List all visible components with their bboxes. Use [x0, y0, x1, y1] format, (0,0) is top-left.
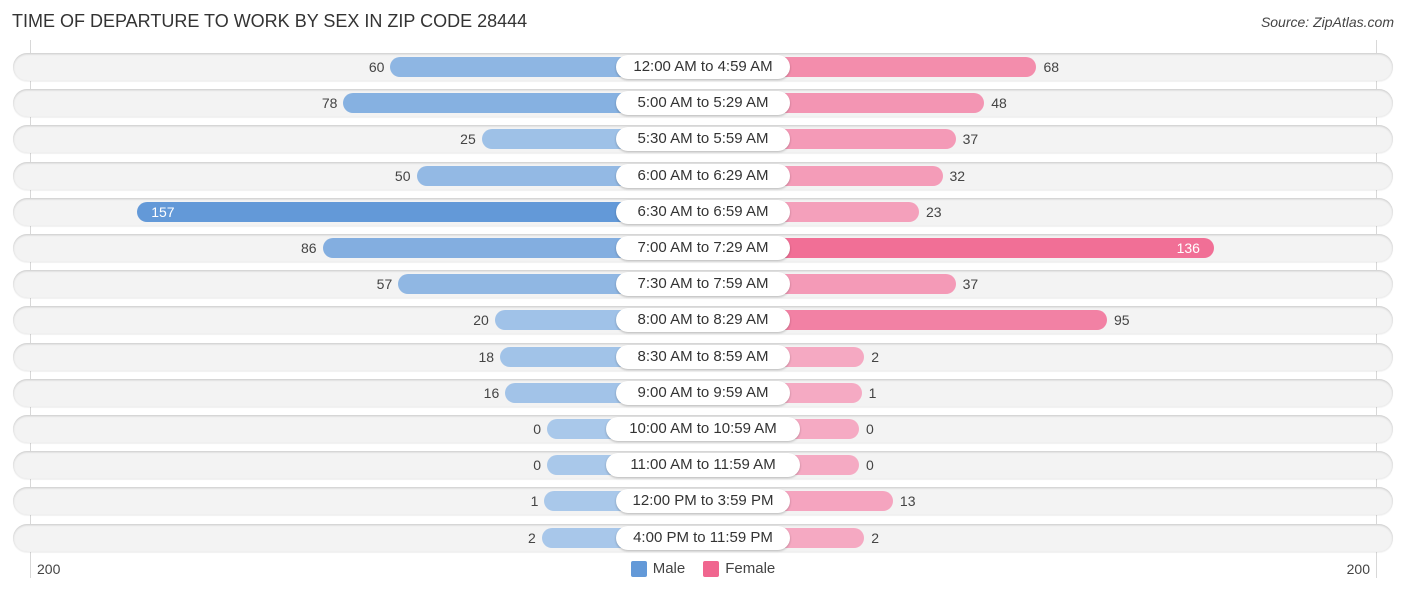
category-label: 7:00 AM to 7:29 AM — [616, 236, 790, 260]
category-label: 6:30 AM to 6:59 AM — [616, 199, 790, 224]
male-value-label: 157 — [151, 203, 175, 220]
source-label: Source: ZipAtlas.com — [1260, 14, 1394, 30]
category-label: 4:00 PM to 11:59 PM — [616, 525, 790, 550]
female-value-label: 37 — [962, 276, 979, 293]
category-label: 7:30 AM to 7:59 AM — [616, 272, 790, 297]
category-label: 5:00 AM to 5:29 AM — [616, 91, 790, 116]
female-value-label: 1 — [868, 384, 877, 401]
category-label: 10:00 AM to 10:59 AM — [606, 417, 800, 441]
category-label: 5:30 AM to 5:59 AM — [616, 127, 790, 152]
category-label: 12:00 PM to 3:59 PM — [616, 489, 790, 514]
male-value-label: 20 — [473, 312, 489, 329]
female-swatch — [703, 560, 720, 577]
legend: Male Female — [0, 560, 1406, 577]
female-value-label: 23 — [926, 203, 942, 220]
female-value-label: 95 — [1113, 312, 1130, 329]
chart-title: TIME OF DEPARTURE TO WORK BY SEX IN ZIP … — [12, 11, 528, 31]
male-swatch — [630, 560, 647, 577]
female-value-label: 2 — [871, 348, 880, 365]
female-value-label: 0 — [866, 457, 874, 474]
male-value-label: 50 — [394, 167, 411, 184]
female-value-label: 37 — [962, 131, 979, 148]
female-value-label: 2 — [871, 529, 880, 546]
category-label: 12:00 AM to 4:59 AM — [616, 55, 790, 79]
female-value-label: 68 — [1043, 59, 1060, 75]
legend-item-male: Male — [630, 560, 686, 577]
legend-label-female: Female — [725, 560, 776, 577]
male-value-label: 60 — [368, 59, 385, 75]
female-value-label: 32 — [949, 167, 966, 184]
female-value-label: 13 — [899, 493, 916, 510]
male-value-label: 2 — [527, 529, 536, 546]
male-value-label: 0 — [533, 421, 541, 437]
female-value-label: 0 — [866, 421, 874, 437]
category-label: 11:00 AM to 11:59 AM — [606, 453, 800, 478]
category-label: 6:00 AM to 6:29 AM — [616, 163, 790, 188]
male-value-label: 86 — [300, 240, 317, 256]
category-label: 8:00 AM to 8:29 AM — [616, 308, 790, 333]
male-value-label: 78 — [321, 95, 338, 112]
male-value-label: 1 — [530, 493, 539, 510]
male-value-label: 16 — [483, 384, 500, 401]
category-label: 8:30 AM to 8:59 AM — [616, 344, 790, 369]
female-value-label: 48 — [991, 95, 1007, 112]
legend-label-male: Male — [652, 560, 686, 577]
female-value-label: 136 — [1176, 240, 1200, 256]
male-value-label: 25 — [460, 131, 476, 148]
male-value-label: 57 — [376, 276, 393, 293]
category-label: 9:00 AM to 9:59 AM — [616, 380, 790, 405]
male-value-label: 18 — [478, 348, 495, 365]
legend-item-female: Female — [703, 560, 775, 577]
male-value-label: 0 — [533, 457, 541, 474]
